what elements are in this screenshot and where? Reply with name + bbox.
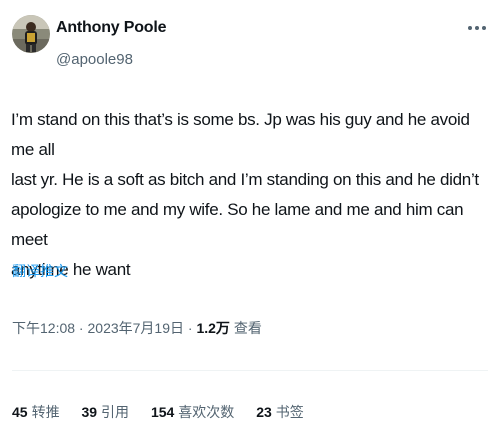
- tweet-text-line: apologize to me and my wife. So he lame …: [11, 200, 464, 249]
- views-label: 查看: [233, 320, 262, 336]
- retweets-label: 转推: [31, 404, 60, 420]
- retweets-count: 45: [12, 404, 28, 420]
- author-handle[interactable]: @apoole98: [56, 51, 133, 68]
- likes-label: 喜欢次数: [178, 404, 235, 420]
- retweets-stat[interactable]: 45 转推: [12, 402, 60, 422]
- tweet-date[interactable]: 2023年7月19日: [88, 320, 185, 336]
- more-dots-icon[interactable]: [465, 20, 489, 36]
- views-count: 1.2万: [196, 320, 230, 336]
- bookmarks-label: 书签: [275, 404, 304, 420]
- likes-stat[interactable]: 154 喜欢次数: [151, 402, 234, 422]
- tweet-text: I’m stand on this that’s is some bs. Jp …: [11, 105, 491, 285]
- meta-separator: ·: [75, 320, 88, 336]
- tweet-card: Anthony Poole @apoole98 I’m stand on thi…: [0, 0, 500, 440]
- tweet-text-line: last yr. He is a soft as bitch and I’m s…: [11, 170, 479, 189]
- bookmarks-count: 23: [256, 404, 272, 420]
- tweet-time[interactable]: 下午12:08: [12, 320, 75, 336]
- quotes-count: 39: [81, 404, 98, 420]
- tweet-text-line: I’m stand on this that’s is some bs. Jp …: [11, 110, 470, 159]
- meta-separator: ·: [184, 320, 197, 336]
- author-display-name[interactable]: Anthony Poole: [56, 19, 166, 37]
- quotes-label: 引用: [101, 404, 130, 420]
- bookmarks-stat[interactable]: 23 书签: [256, 402, 304, 422]
- engagement-stats: 45 转推 39 引用 154 喜欢次数 23 书签: [12, 402, 322, 422]
- tweet-meta: 下午12:08 · 2023年7月19日 · 1.2万 查看: [12, 318, 262, 338]
- likes-count: 154: [150, 404, 175, 420]
- quotes-stat[interactable]: 39 引用: [81, 402, 129, 422]
- divider: [12, 370, 488, 371]
- avatar[interactable]: [12, 15, 50, 53]
- translate-tweet-link[interactable]: 翻译推文: [12, 261, 68, 281]
- user-avatar-icon: [12, 15, 50, 53]
